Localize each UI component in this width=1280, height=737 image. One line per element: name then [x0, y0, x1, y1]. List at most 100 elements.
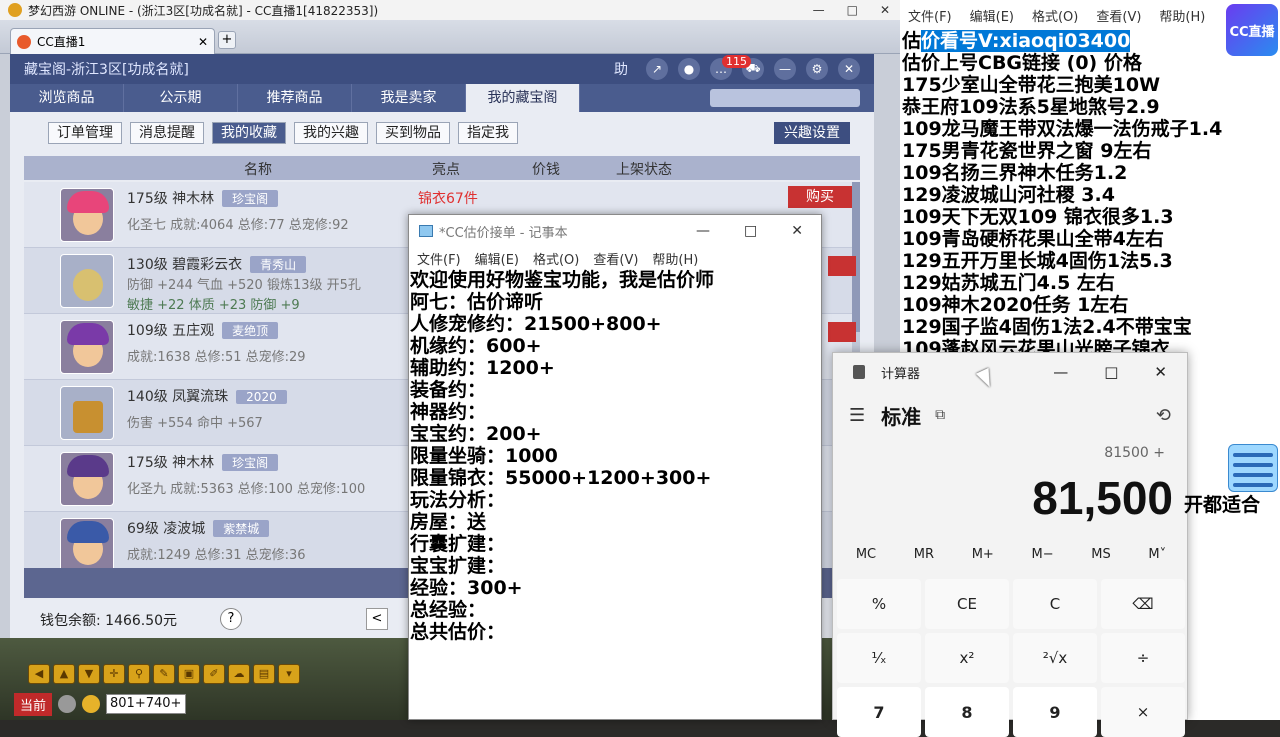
clear-button[interactable]: C [1013, 579, 1097, 629]
text-line: 175少室山全带花三抱美10W [902, 74, 1161, 96]
record-icon[interactable]: ● [678, 58, 700, 80]
minimize-icon[interactable]: — [813, 3, 825, 17]
memory-add-button[interactable]: M+ [972, 547, 994, 562]
action-button[interactable] [828, 256, 856, 276]
subtab-alerts[interactable]: 消息提醒 [130, 122, 204, 144]
chat-input[interactable]: 801+740+ [106, 694, 187, 714]
mic-icon[interactable] [58, 695, 77, 713]
arrow-left-icon[interactable]: ◀ [28, 664, 50, 684]
memory-clear-button[interactable]: MC [856, 547, 876, 562]
menu-file[interactable]: 文件(F) [417, 249, 461, 268]
help-icon[interactable]: ? [220, 608, 242, 630]
col-price: 价钱 [532, 162, 560, 178]
minimize-icon[interactable]: — [696, 223, 710, 239]
move-icon[interactable]: ✛ [103, 664, 125, 684]
server-tag: 珍宝阁 [222, 190, 279, 207]
menu-format[interactable]: 格式(O) [1032, 6, 1078, 28]
square-button[interactable]: x² [925, 633, 1009, 683]
game-window-controls: — □ ✕ [813, 3, 890, 17]
subtab-bought[interactable]: 买到物品 [376, 122, 450, 144]
cbg-search-input[interactable] [710, 89, 860, 107]
interest-settings-button[interactable]: 兴趣设置 [774, 122, 850, 144]
history-icon[interactable]: ⟲ [1156, 405, 1171, 426]
subtab-assigned[interactable]: 指定我 [458, 122, 518, 144]
maximize-icon[interactable]: □ [1104, 363, 1118, 381]
text-line: 人修宠修约：21500+800+ [410, 313, 662, 335]
subtab-favorites[interactable]: 我的收藏 [212, 122, 286, 144]
text-line: 行囊扩建： [410, 533, 506, 555]
menu-help[interactable]: 帮助(H) [652, 249, 698, 268]
multiply-button[interactable]: × [1101, 687, 1185, 737]
menu-file[interactable]: 文件(F) [908, 6, 952, 28]
settings-icon[interactable]: ⚙ [806, 58, 828, 80]
memory-recall-button[interactable]: MR [914, 547, 934, 562]
avatar [60, 188, 114, 242]
arrow-down-icon[interactable]: ▼ [78, 664, 100, 684]
arrow-up-icon[interactable]: ▲ [53, 664, 75, 684]
text-line: 129国子监4固伤1法2.4不带宝宝 [902, 316, 1192, 338]
close-icon[interactable]: ✕ [1154, 363, 1167, 381]
tab-close-icon[interactable]: ✕ [198, 35, 208, 49]
digit-7-button[interactable]: 7 [837, 687, 921, 737]
menu-view[interactable]: 查看(V) [593, 249, 638, 268]
nav-my-cbg[interactable]: 我的藏宝阁 [466, 84, 580, 112]
chat-channel-button[interactable]: 当前 [14, 692, 53, 716]
maximize-icon[interactable]: □ [847, 3, 858, 17]
percent-button[interactable]: % [837, 579, 921, 629]
subtab-orders[interactable]: 订单管理 [48, 122, 122, 144]
digit-9-button[interactable]: 9 [1013, 687, 1097, 737]
memory-subtract-button[interactable]: M− [1032, 547, 1054, 562]
right-notepad-text[interactable]: 估价看号V:xiaoqi03400 估价上号CBG链接 (0) 价格 175少室… [902, 30, 1278, 360]
sqrt-button[interactable]: ²√x [1013, 633, 1097, 683]
menu-format[interactable]: 格式(O) [533, 249, 579, 268]
nav-browse[interactable]: 浏览商品 [10, 84, 124, 112]
clear-entry-button[interactable]: CE [925, 579, 1009, 629]
action-button[interactable] [828, 322, 856, 342]
browser-tab[interactable]: CC直播1 ✕ [10, 28, 215, 54]
subtab-interests[interactable]: 我的兴趣 [294, 122, 368, 144]
backspace-button[interactable]: ⌫ [1101, 579, 1185, 629]
emoji-icon[interactable] [82, 695, 101, 713]
cbg-header: 藏宝阁-浙江3区[功成名就] 助 ↗ ● … ⛟ — ⚙ ✕ 115 [10, 54, 874, 84]
share-icon[interactable]: ↗ [646, 58, 668, 80]
close-circle-icon[interactable]: ✕ [838, 58, 860, 80]
digit-8-button[interactable]: 8 [925, 687, 1009, 737]
zoom-icon[interactable]: ⚲ [128, 664, 150, 684]
new-tab-button[interactable]: + [218, 31, 236, 49]
game-titlebar: 梦幻西游 ONLINE - (浙江3区[功成名就] - CC直播1[418223… [0, 0, 900, 20]
note-icon[interactable]: ✎ [153, 664, 175, 684]
menu-edit[interactable]: 编辑(E) [475, 249, 519, 268]
notepad-icon [419, 225, 433, 237]
brush-icon[interactable]: ✐ [203, 664, 225, 684]
divide-button[interactable]: ÷ [1101, 633, 1185, 683]
minimize-icon[interactable]: — [1053, 363, 1068, 381]
selected-text: 价看号V:xiaoqi03400 [921, 30, 1131, 52]
text-line: 109青岛硬桥花果山全带4左右 [902, 228, 1164, 250]
lock-icon[interactable]: ▣ [178, 664, 200, 684]
hamburger-menu-icon[interactable]: ☰ [849, 405, 865, 426]
maximize-icon[interactable]: □ [744, 223, 757, 239]
chat-icon[interactable]: ☁ [228, 664, 250, 684]
nav-public[interactable]: 公示期 [124, 84, 238, 112]
buy-button[interactable]: 购买 [788, 186, 852, 208]
doc-icon[interactable]: ▤ [253, 664, 275, 684]
notepad-text-area[interactable]: 欢迎使用好物鉴宝功能，我是估价师 阿七：估价谛听 人修宠修约：21500+800… [409, 269, 821, 643]
menu-view[interactable]: 查看(V) [1096, 6, 1141, 28]
dropdown-icon[interactable]: ▾ [278, 664, 300, 684]
right-notepad-menubar: 文件(F) 编辑(E) 格式(O) 查看(V) 帮助(H) [900, 6, 1205, 28]
reciprocal-button[interactable]: ¹⁄ₓ [837, 633, 921, 683]
text-line: 神器约： [410, 401, 487, 423]
memory-store-button[interactable]: MS [1091, 547, 1110, 562]
close-icon[interactable]: ✕ [791, 223, 803, 239]
avatar [60, 254, 114, 308]
menu-edit[interactable]: 编辑(E) [970, 6, 1014, 28]
memory-list-button[interactable]: M˅ [1148, 547, 1166, 562]
close-icon[interactable]: ✕ [880, 3, 890, 17]
menu-help[interactable]: 帮助(H) [1159, 6, 1205, 28]
help-button[interactable]: 助 [614, 59, 628, 79]
keep-on-top-icon[interactable]: ⧉ [935, 407, 945, 423]
prev-page-button[interactable]: < [366, 608, 388, 630]
nav-recommend[interactable]: 推荐商品 [238, 84, 352, 112]
minimize-circle-icon[interactable]: — [774, 58, 796, 80]
nav-seller[interactable]: 我是卖家 [352, 84, 466, 112]
